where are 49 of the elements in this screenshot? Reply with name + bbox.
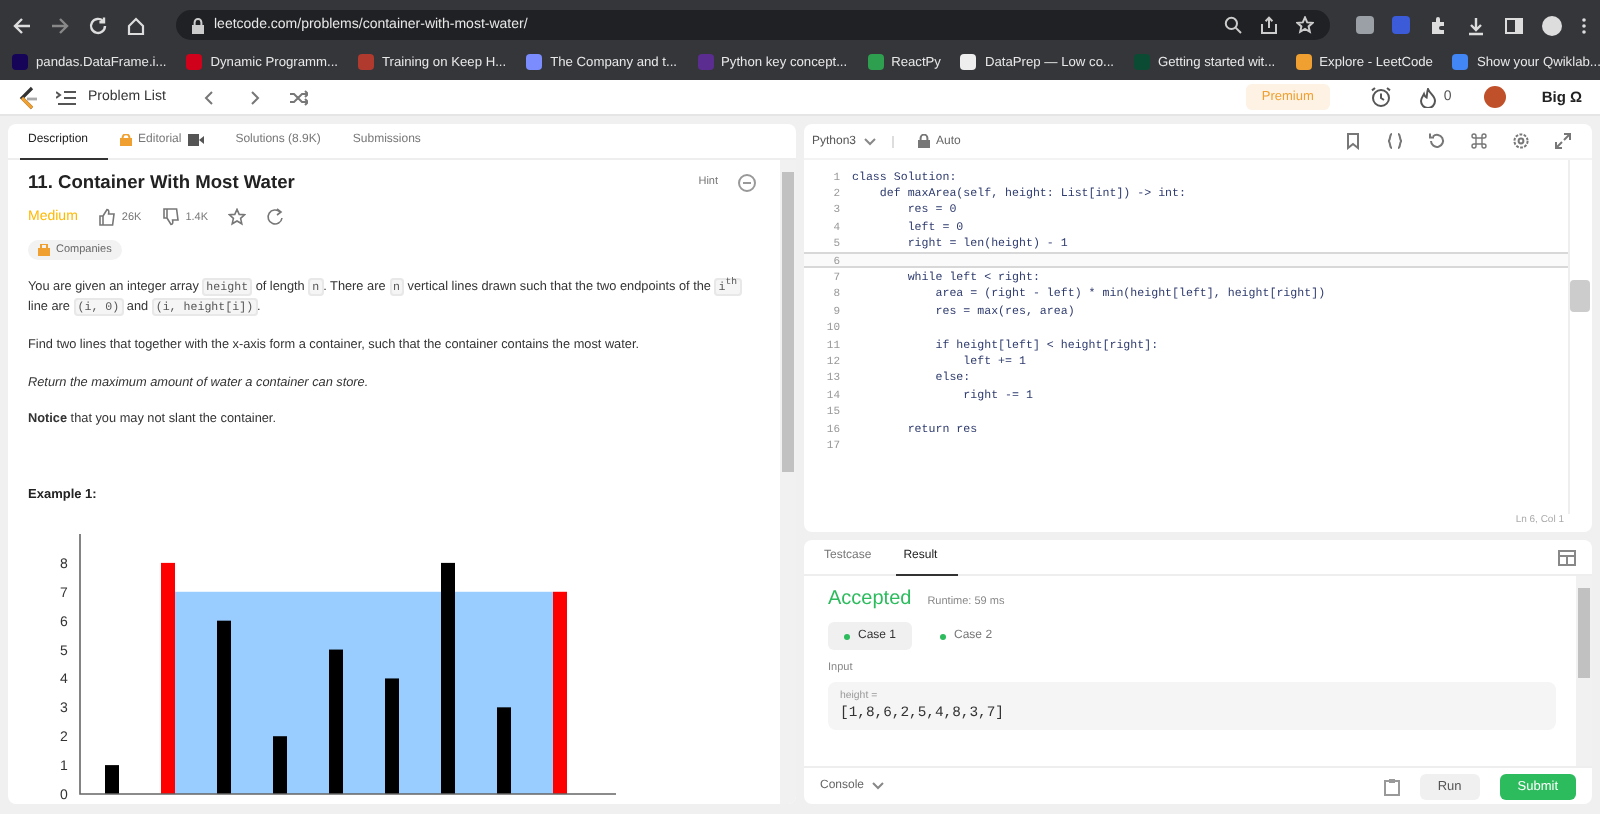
bar <box>385 677 399 794</box>
layout-icon[interactable] <box>1558 549 1576 565</box>
thumbs-down-icon <box>161 208 180 226</box>
puzzle-icon[interactable] <box>1428 15 1448 35</box>
bar <box>273 735 287 794</box>
next-icon[interactable] <box>245 89 262 105</box>
caret-icon <box>864 137 877 145</box>
logo-icon[interactable] <box>18 85 40 109</box>
status-dot-icon <box>940 633 947 639</box>
share-icon[interactable] <box>266 208 285 226</box>
settings-icon[interactable] <box>1512 132 1530 150</box>
bar <box>497 706 511 794</box>
star-icon[interactable] <box>1296 16 1314 34</box>
shuffle-icon[interactable] <box>289 89 308 105</box>
flame-icon <box>1419 87 1436 107</box>
lock-icon <box>192 17 204 33</box>
thumbs-up-icon <box>97 208 116 226</box>
braces-icon[interactable] <box>1386 132 1404 150</box>
home-icon[interactable] <box>126 15 146 35</box>
video-icon <box>187 134 204 146</box>
previous-icon[interactable] <box>201 89 218 105</box>
side-panel-icon[interactable] <box>1504 15 1524 35</box>
profile-avatar[interactable] <box>1542 15 1562 35</box>
scrollbar[interactable] <box>1576 576 1592 766</box>
reset-icon[interactable] <box>1428 132 1446 150</box>
verdict-text: Accepted <box>828 588 912 610</box>
problem-title: 11. Container With Most Water <box>28 172 295 192</box>
user-avatar[interactable] <box>1483 86 1506 108</box>
more-options-icon[interactable] <box>738 173 756 191</box>
star-icon[interactable] <box>228 208 247 226</box>
zoom-icon[interactable] <box>1224 16 1242 34</box>
clipboard-icon[interactable] <box>1383 777 1400 795</box>
status-dot-icon <box>844 633 850 639</box>
expand-icon[interactable] <box>1554 132 1572 150</box>
command-icon[interactable] <box>1470 132 1488 150</box>
bookmark-icon[interactable] <box>1344 132 1362 150</box>
briefcase-icon <box>38 244 50 256</box>
more-menu-icon[interactable] <box>1580 15 1588 35</box>
alarm-clock-icon[interactable] <box>1369 86 1392 108</box>
lock-icon <box>120 134 133 146</box>
caret-icon <box>872 782 885 790</box>
back-arrow-icon[interactable] <box>12 15 32 35</box>
lock-icon <box>918 134 931 148</box>
reload-icon[interactable] <box>88 15 108 35</box>
list-icon <box>56 89 76 105</box>
bar <box>105 764 119 794</box>
share-icon[interactable] <box>1260 16 1278 34</box>
download-icon[interactable] <box>1466 15 1486 35</box>
forward-arrow-icon[interactable] <box>50 15 70 35</box>
